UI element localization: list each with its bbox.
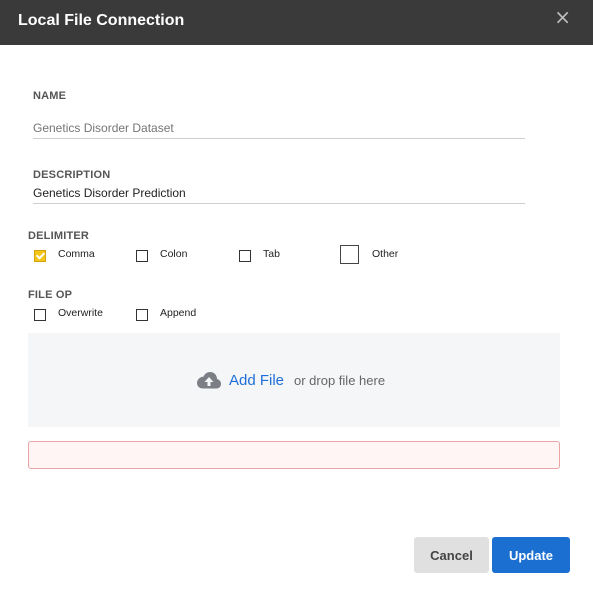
- add-file-link[interactable]: Add File: [229, 372, 284, 389]
- dialog-title: Local File Connection: [18, 12, 185, 29]
- update-button[interactable]: Update: [492, 537, 570, 573]
- delimiter-tab-checkbox[interactable]: [239, 250, 251, 262]
- cloud-upload-icon[interactable]: [196, 371, 222, 389]
- description-label: DESCRIPTION: [33, 169, 111, 181]
- description-input[interactable]: [33, 183, 525, 204]
- delimiter-comma-label[interactable]: Comma: [58, 248, 95, 260]
- delimiter-other-checkbox[interactable]: [340, 245, 359, 264]
- file-op-overwrite-label[interactable]: Overwrite: [58, 307, 103, 319]
- error-message-box: [28, 441, 560, 469]
- close-icon[interactable]: ×: [554, 7, 571, 27]
- dialog-header: Local File Connection ×: [0, 0, 593, 45]
- name-input[interactable]: [33, 118, 525, 139]
- file-op-append-checkbox[interactable]: [136, 309, 148, 321]
- file-op-append-label[interactable]: Append: [160, 307, 196, 319]
- delimiter-other-label[interactable]: Other: [372, 248, 398, 260]
- delimiter-comma-checkbox[interactable]: [34, 250, 46, 262]
- delimiter-label: DELIMITER: [28, 230, 90, 242]
- delimiter-colon-checkbox[interactable]: [136, 250, 148, 262]
- drop-file-text: or drop file here: [294, 373, 386, 388]
- file-op-label: FILE OP: [28, 289, 73, 301]
- delimiter-colon-label[interactable]: Colon: [160, 248, 187, 260]
- file-op-overwrite-checkbox[interactable]: [34, 309, 46, 321]
- cancel-button[interactable]: Cancel: [414, 537, 489, 573]
- name-label: NAME: [33, 90, 67, 102]
- delimiter-tab-label[interactable]: Tab: [263, 248, 280, 260]
